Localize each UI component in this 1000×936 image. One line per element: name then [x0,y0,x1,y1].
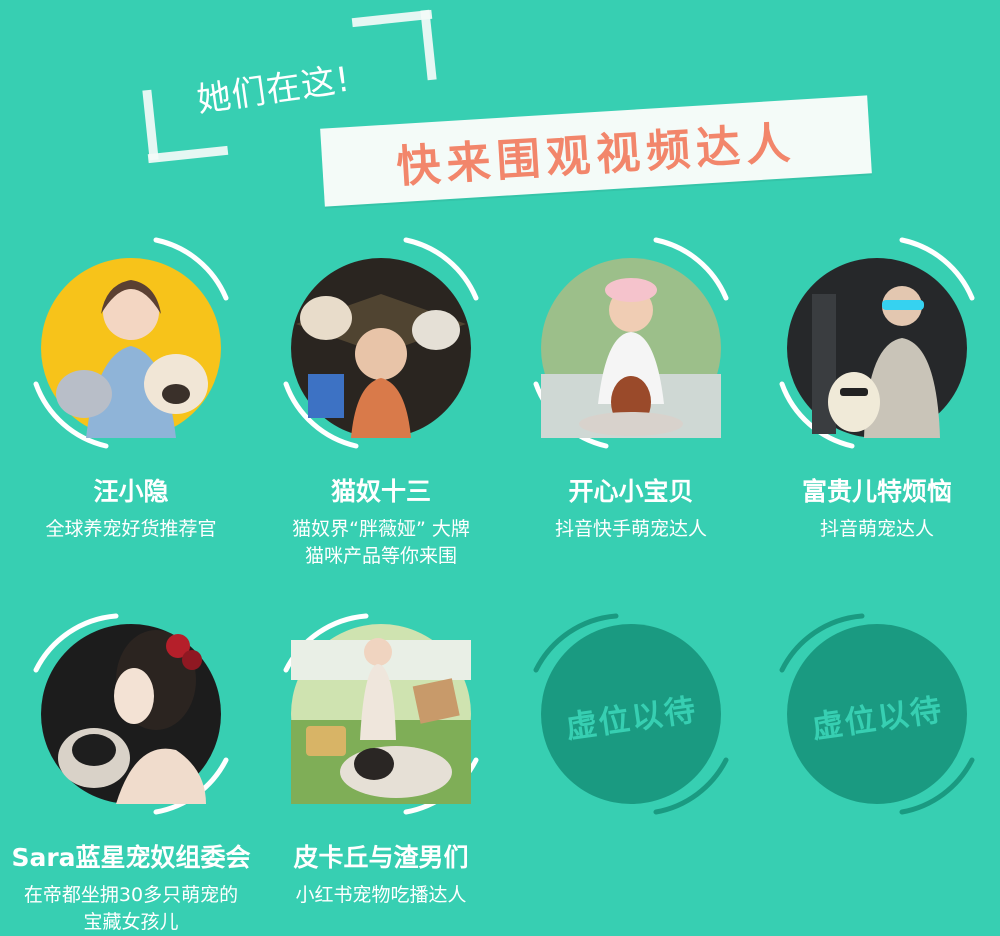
influencer-desc: 小红书宠物吃播达人 [295,884,467,906]
placeholder-label: 虚位以待 [563,691,700,746]
corner-mark-top-right [351,6,442,86]
influencer-card[interactable]: Sara蓝星宠奴组委会 在帝都坐拥30多只萌宠的 宝藏女孩儿 [6,600,256,936]
influencer-card[interactable]: 皮卡丘与渣男们 小红书宠物吃播达人 [256,600,506,909]
placeholder-circle: 虚位以待 [752,600,1000,830]
influencer-desc: 在帝都坐拥30多只萌宠的 宝藏女孩儿 [23,884,239,933]
intro-text: 她们在这! [194,59,354,121]
avatar [256,600,506,830]
influencer-card[interactable]: 汪小隐 全球养宠好货推荐官 [6,234,256,543]
placeholder-circle: 虚位以待 [506,600,756,830]
influencer-desc: 猫奴界“胖薇娅” 大牌 猫咪产品等你来围 [292,518,470,567]
influencer-name: 开心小宝贝 [568,477,694,506]
avatar [752,234,1000,464]
influencer-name: 猫奴十三 [330,477,431,506]
page-title: 快来围观视频达人 [395,117,798,194]
influencer-name: 汪小隐 [93,477,169,506]
placeholder-card: 虚位以待 [506,600,756,830]
influencer-desc: 全球养宠好货推荐官 [45,518,217,540]
influencer-card[interactable]: 开心小宝贝 抖音快手萌宠达人 [506,234,756,543]
influencer-name: Sara蓝星宠奴组委会 [11,843,251,872]
avatar [506,234,756,464]
influencer-card[interactable]: 富贵儿特烦恼 抖音萌宠达人 [752,234,1000,543]
placeholder-label: 虚位以待 [809,691,946,746]
placeholder-card: 虚位以待 [752,600,1000,830]
avatar [6,600,256,830]
influencer-name: 富贵儿特烦恼 [801,477,952,506]
influencer-desc: 抖音萌宠达人 [819,518,934,540]
avatar [256,234,506,464]
influencer-desc: 抖音快手萌宠达人 [554,518,707,540]
avatar [6,234,256,464]
influencer-name: 皮卡丘与渣男们 [293,843,469,872]
influencer-card[interactable]: 猫奴十三 猫奴界“胖薇娅” 大牌 猫咪产品等你来围 [256,234,506,570]
